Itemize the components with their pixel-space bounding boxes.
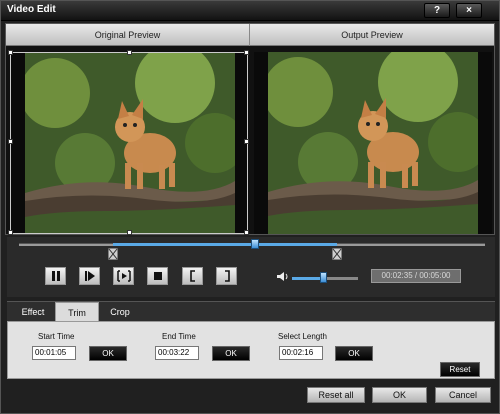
crop-handle[interactable] xyxy=(244,230,249,235)
cancel-button[interactable]: Cancel xyxy=(435,387,491,403)
trim-end-marker[interactable] xyxy=(331,247,343,261)
crop-handle[interactable] xyxy=(127,50,132,55)
help-button[interactable]: ? xyxy=(424,3,450,18)
ok-button[interactable]: OK xyxy=(372,387,427,403)
trim-panel: Start Time 00:01:05 OK End Time 00:03:22… xyxy=(7,321,495,379)
snapshot-icon xyxy=(117,270,131,282)
time-display: 00:02:35 / 00:05:00 xyxy=(371,269,461,283)
trim-start-marker[interactable] xyxy=(107,247,119,261)
select-length-ok-button[interactable]: OK xyxy=(335,346,373,361)
original-preview-pane[interactable] xyxy=(8,50,249,235)
select-length-label: Select Length xyxy=(278,332,327,341)
original-video-frame xyxy=(25,53,235,233)
stop-button[interactable] xyxy=(147,267,168,285)
reset-button[interactable]: Reset xyxy=(440,362,480,377)
crop-handle[interactable] xyxy=(127,230,132,235)
tab-crop[interactable]: Crop xyxy=(101,302,139,322)
end-time-label: End Time xyxy=(162,332,196,341)
set-end-button[interactable] xyxy=(216,267,237,285)
volume-slider-thumb[interactable] xyxy=(320,272,327,283)
crop-handle[interactable] xyxy=(8,139,13,144)
crop-handle[interactable] xyxy=(8,230,13,235)
tab-effect[interactable]: Effect xyxy=(13,302,53,322)
output-preview-pane xyxy=(254,52,492,234)
snapshot-button[interactable] xyxy=(113,267,134,285)
trim-selection xyxy=(113,243,337,246)
edit-tabs: Effect Trim Crop xyxy=(7,301,495,322)
end-time-field[interactable]: 00:03:22 xyxy=(155,346,199,360)
title-bar: Video Edit ? × xyxy=(1,1,499,21)
output-preview-label: Output Preview xyxy=(341,30,403,40)
crop-handle[interactable] xyxy=(8,50,13,55)
pause-button[interactable] xyxy=(45,267,66,285)
start-time-ok-button[interactable]: OK xyxy=(89,346,127,361)
close-button[interactable]: × xyxy=(456,3,482,18)
select-length-field[interactable]: 00:02:16 xyxy=(279,346,323,360)
end-time-ok-button[interactable]: OK xyxy=(212,346,250,361)
step-forward-icon xyxy=(85,271,95,281)
tab-trim[interactable]: Trim xyxy=(55,302,99,322)
reset-all-button[interactable]: Reset all xyxy=(307,387,365,403)
start-time-field[interactable]: 00:01:05 xyxy=(32,346,76,360)
pause-icon xyxy=(52,271,60,281)
volume-slider-fill xyxy=(292,277,322,280)
close-icon: × xyxy=(466,5,472,16)
video-edit-window: Video Edit ? × Original Preview Output P… xyxy=(0,0,500,414)
crop-handle[interactable] xyxy=(244,139,249,144)
crop-handle[interactable] xyxy=(244,50,249,55)
stop-icon xyxy=(154,272,162,280)
set-start-icon xyxy=(190,270,195,282)
preview-area: Original Preview Output Preview xyxy=(5,23,495,235)
output-video-frame xyxy=(268,52,478,234)
set-start-button[interactable] xyxy=(182,267,203,285)
original-preview-label: Original Preview xyxy=(6,24,250,46)
playhead-thumb[interactable] xyxy=(251,239,259,249)
step-forward-button[interactable] xyxy=(79,267,100,285)
help-icon: ? xyxy=(433,5,441,16)
preview-header: Original Preview Output Preview xyxy=(6,24,494,46)
set-end-icon xyxy=(225,270,230,282)
timeline-panel: 00:02:35 / 00:05:00 xyxy=(7,237,495,297)
window-title: Video Edit xyxy=(7,4,56,15)
start-time-label: Start Time xyxy=(38,332,75,341)
volume-icon[interactable] xyxy=(276,271,290,282)
